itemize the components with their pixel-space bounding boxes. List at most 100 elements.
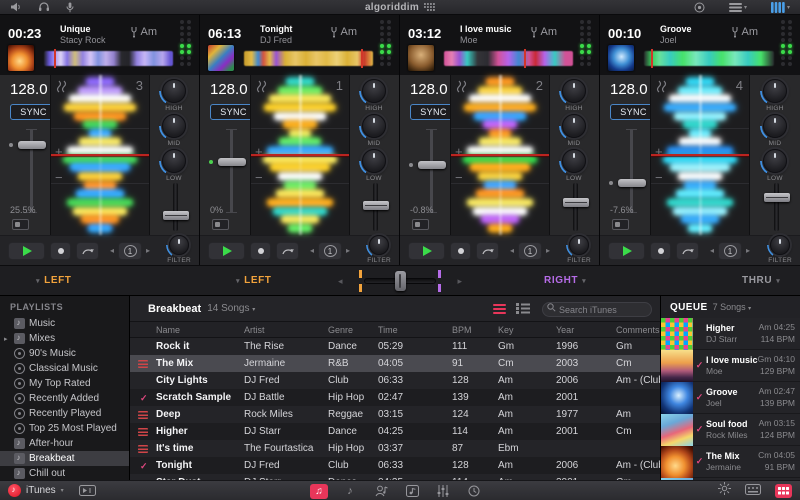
column-time[interactable]: Time	[376, 325, 450, 335]
pitch-slider[interactable]: ♪	[8, 129, 61, 213]
cue-set-button[interactable]	[50, 241, 71, 260]
lighting-icon[interactable]	[718, 482, 731, 500]
crossfader-left-arrow[interactable]: ◂	[338, 276, 343, 287]
volume-fader[interactable]	[562, 183, 589, 231]
bpm-display[interactable]: 128.0	[610, 81, 648, 98]
table-row[interactable]: The Mix Jermaine R&B 04:05 91 Cm 2003 Cm	[130, 355, 660, 372]
vertical-waveform[interactable]: 3 + −	[50, 75, 150, 235]
volume-fader[interactable]	[763, 183, 790, 231]
sidebar-item[interactable]: ▸ Mixes	[0, 331, 129, 346]
record-icon[interactable]	[694, 2, 705, 13]
crossfader-right-arrow[interactable]: ▸	[457, 276, 462, 287]
tab-playlists[interactable]: ♫	[310, 483, 328, 499]
low-eq-knob[interactable]	[562, 149, 586, 173]
sidebar-item[interactable]: ▸ Classical Music	[0, 361, 129, 376]
crossfader-assign-select[interactable]: ▾ LEFT ▾	[36, 275, 72, 286]
table-row[interactable]: It's time The Fourtastica Hip Hop 03:37 …	[130, 440, 660, 457]
grid-view-icon[interactable]	[516, 303, 530, 314]
tab-artists[interactable]	[372, 484, 390, 499]
cue-set-button[interactable]	[250, 241, 271, 260]
table-row[interactable]: City Lights DJ Fred Club 06:33 128 Am 20…	[130, 372, 660, 389]
crossfader-handle[interactable]	[395, 271, 406, 291]
queue-item[interactable]: ✓ Groove Joel Am 02:47 139 BPM	[661, 381, 800, 414]
low-eq-knob[interactable]	[162, 149, 186, 173]
mid-eq-knob[interactable]	[763, 114, 787, 138]
cue-set-button[interactable]	[650, 241, 671, 260]
play-button[interactable]	[408, 241, 445, 260]
overview-waveform-wrap[interactable]	[444, 45, 573, 71]
zoom-out-button[interactable]: −	[255, 171, 263, 184]
overview-waveform[interactable]	[444, 51, 573, 66]
mid-eq-knob[interactable]	[162, 114, 186, 138]
volume-fader-handle[interactable]	[162, 210, 189, 220]
crossfader[interactable]: ◂ ▸	[338, 269, 462, 293]
sidebar-item[interactable]: ▸ 90's Music	[0, 346, 129, 361]
sidebar-item[interactable]: ▸ Recently Added	[0, 391, 129, 406]
column-comments[interactable]: Comments	[614, 325, 660, 335]
volume-fader-handle[interactable]	[763, 192, 790, 202]
volume-fader-handle[interactable]	[562, 198, 589, 208]
deck-track-info[interactable]: I love music Moe	[460, 24, 512, 47]
keylock-toggle[interactable]	[412, 219, 429, 230]
album-art[interactable]	[408, 45, 434, 71]
column-key[interactable]: Key	[496, 325, 554, 335]
queue-item[interactable]: ✓ Soul food Rock Miles Am 03:15 124 BPM	[661, 413, 800, 446]
sidebar-item[interactable]: ▸ After-hour	[0, 436, 129, 451]
loop-button[interactable]: 1	[518, 241, 543, 260]
sidebar-item[interactable]: ▸ Chill out	[0, 466, 129, 481]
column-year[interactable]: Year	[554, 325, 614, 335]
high-eq-knob[interactable]	[162, 79, 186, 103]
deck-layout-icon[interactable]: ▾	[770, 2, 790, 13]
mic-icon[interactable]	[66, 2, 74, 13]
sidebar-item[interactable]: ▸ Music	[0, 316, 129, 331]
table-row[interactable]: Scratch Sample DJ Battle Hip Hop 02:47 1…	[130, 389, 660, 406]
speaker-icon[interactable]	[10, 2, 22, 12]
volume-fader[interactable]	[362, 183, 389, 231]
zoom-in-button[interactable]: +	[655, 145, 663, 158]
pitch-handle[interactable]: ♪	[8, 138, 61, 149]
crossfader-assign-select[interactable]: ▾ THRU ▾	[742, 275, 780, 286]
deck-track-info[interactable]: Groove Joel	[660, 24, 692, 47]
overview-waveform[interactable]	[44, 51, 173, 66]
pitch-slider[interactable]: ♪	[608, 129, 661, 213]
queue-count[interactable]: 7 Songs ▾	[713, 302, 752, 312]
loop-button[interactable]: 1	[318, 241, 343, 260]
album-art[interactable]	[8, 45, 34, 71]
zoom-in-button[interactable]: +	[55, 145, 63, 158]
deck-track-info[interactable]: Tonight DJ Fred	[260, 24, 292, 47]
headphones-icon[interactable]	[38, 2, 50, 12]
crossfader-assign-select[interactable]: ▾ RIGHT ▾	[544, 275, 586, 286]
bpm-display[interactable]: 128.0	[210, 81, 248, 98]
sidebar-item[interactable]: ▸ Top 25 Most Played	[0, 421, 129, 436]
overview-waveform-wrap[interactable]	[244, 45, 373, 71]
queue-dock-icon[interactable]	[78, 485, 96, 496]
tab-albums[interactable]	[403, 484, 421, 499]
zoom-out-button[interactable]: −	[55, 171, 63, 184]
cue-jump-button[interactable]	[76, 241, 99, 260]
pitch-handle[interactable]: ♪	[208, 155, 261, 166]
bpm-display[interactable]: 128.0	[410, 81, 448, 98]
source-selector[interactable]: iTunes	[26, 485, 56, 496]
table-row[interactable]: Tonight DJ Fred Club 06:33 128 Am 2006 A…	[130, 457, 660, 474]
column-name[interactable]: Name	[154, 325, 242, 335]
volume-fader-handle[interactable]	[362, 201, 389, 211]
keylock-toggle[interactable]	[612, 219, 629, 230]
cue-jump-button[interactable]	[476, 241, 499, 260]
loop-halve-button[interactable]: ◂	[710, 246, 714, 255]
filter-knob[interactable]	[770, 234, 791, 255]
list-view-icon[interactable]	[493, 303, 506, 314]
sidebar-item[interactable]: ▸ Recently Played	[0, 406, 129, 421]
vertical-waveform[interactable]: 4 + −	[650, 75, 750, 235]
overview-waveform[interactable]	[644, 51, 774, 66]
overview-waveform[interactable]	[244, 51, 373, 66]
cue-jump-button[interactable]	[676, 241, 699, 260]
search-input[interactable]	[542, 302, 652, 317]
table-header[interactable]: Name Artist Genre Time BPM Key Year Comm…	[130, 322, 660, 338]
sidebar-item[interactable]: ▸ My Top Rated	[0, 376, 129, 391]
zoom-out-button[interactable]: −	[455, 171, 463, 184]
loop-double-button[interactable]: ▸	[346, 246, 350, 255]
column-bpm[interactable]: BPM	[450, 325, 496, 335]
high-eq-knob[interactable]	[362, 79, 386, 103]
deck-track-info[interactable]: Unique Stacy Rock	[60, 24, 106, 47]
zoom-out-button[interactable]: −	[655, 171, 663, 184]
